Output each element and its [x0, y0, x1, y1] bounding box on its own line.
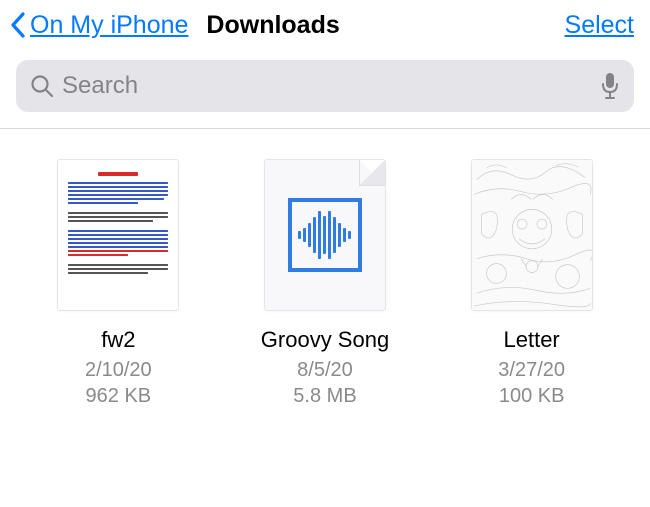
back-button[interactable]: On My iPhone	[10, 11, 188, 40]
page-title: Downloads	[206, 11, 339, 40]
navigation-bar: On My iPhone Downloads Select	[0, 0, 650, 48]
file-name: Groovy Song	[261, 327, 389, 353]
chevron-left-icon	[10, 12, 26, 38]
microphone-icon[interactable]	[600, 72, 620, 100]
search-container	[0, 48, 650, 129]
file-name: Letter	[504, 327, 560, 353]
file-date: 8/5/20	[297, 357, 353, 383]
file-date: 3/27/20	[498, 357, 565, 383]
file-thumbnail-audio	[264, 159, 386, 311]
file-thumbnail-document	[57, 159, 179, 311]
file-size: 5.8 MB	[293, 383, 356, 409]
select-button[interactable]: Select	[565, 11, 634, 40]
file-thumbnail-image	[471, 159, 593, 311]
file-size: 100 KB	[499, 383, 565, 409]
file-item-fw2[interactable]: fw2 2/10/20 962 KB	[28, 159, 208, 409]
search-input[interactable]	[62, 72, 600, 100]
file-size: 962 KB	[86, 383, 152, 409]
file-item-groovy-song[interactable]: Groovy Song 8/5/20 5.8 MB	[235, 159, 415, 409]
file-grid: fw2 2/10/20 962 KB	[0, 129, 650, 439]
search-icon	[30, 74, 54, 98]
file-item-letter[interactable]: Letter 3/27/20 100 KB	[442, 159, 622, 409]
back-label: On My iPhone	[30, 11, 188, 40]
search-field[interactable]	[16, 60, 634, 112]
file-date: 2/10/20	[85, 357, 152, 383]
file-name: fw2	[101, 327, 135, 353]
